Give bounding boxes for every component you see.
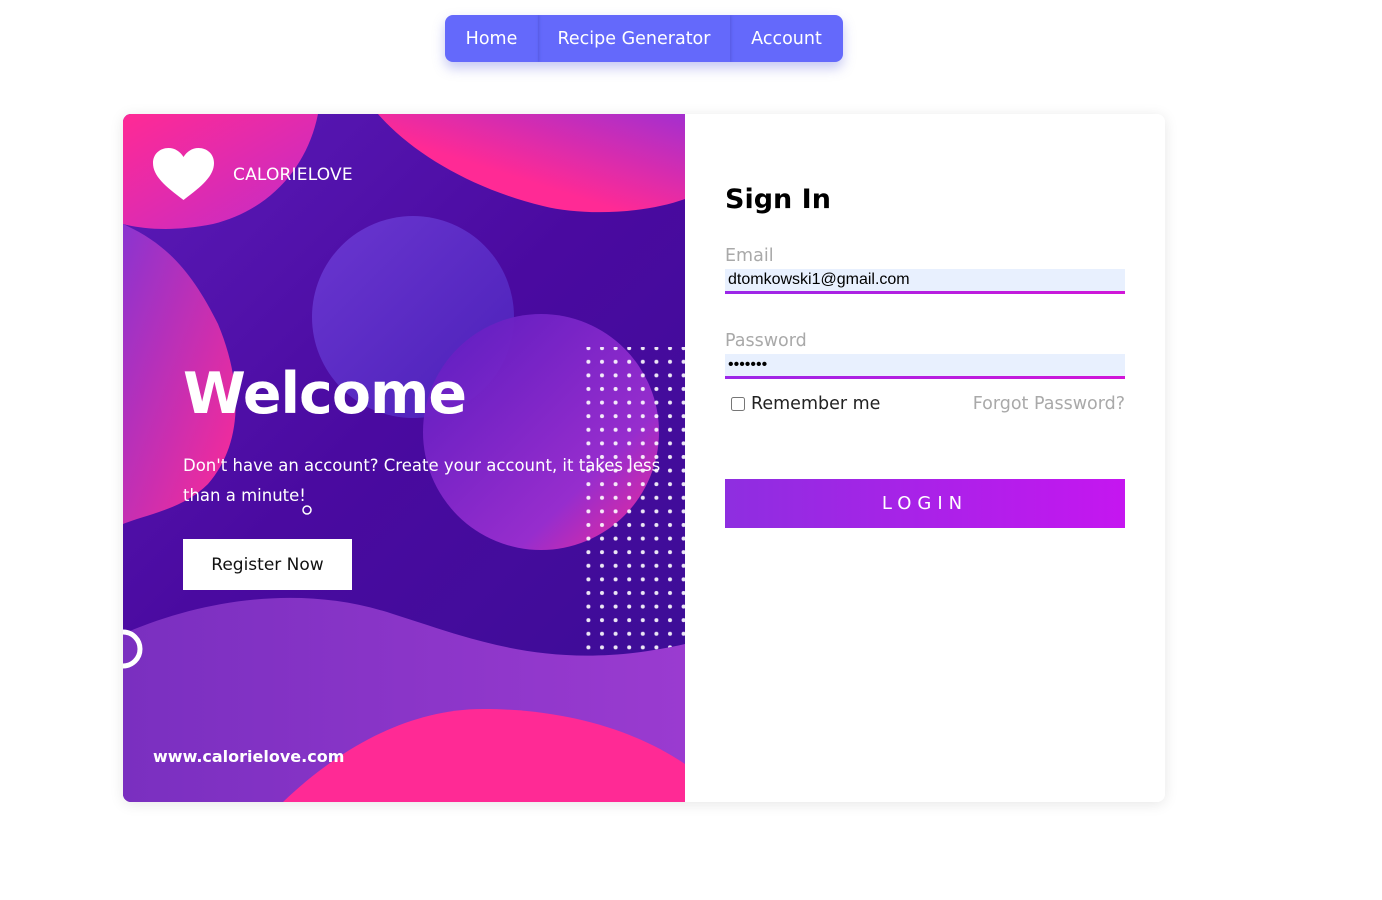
signin-panel: Sign In Email Password Remember me Forgo… <box>685 114 1165 802</box>
brand: CALORIELOVE <box>153 148 353 202</box>
register-now-button[interactable]: Register Now <box>183 539 352 590</box>
login-card: CALORIELOVE Welcome Don't have an accoun… <box>123 114 1165 802</box>
heart-icon <box>153 148 214 200</box>
email-field[interactable] <box>725 269 1125 294</box>
nav-home[interactable]: Home <box>445 15 538 62</box>
signin-title: Sign In <box>725 184 831 215</box>
remember-me-label: Remember me <box>751 394 881 414</box>
nav-account[interactable]: Account <box>730 15 843 62</box>
forgot-password-link[interactable]: Forgot Password? <box>973 394 1125 414</box>
promo-panel: CALORIELOVE Welcome Don't have an accoun… <box>123 114 685 802</box>
site-url[interactable]: www.calorielove.com <box>153 747 344 766</box>
password-field[interactable] <box>725 354 1125 379</box>
email-label: Email <box>725 246 774 266</box>
login-button[interactable]: LOGIN <box>725 479 1125 528</box>
remember-me-checkbox[interactable] <box>731 397 745 411</box>
brand-name: CALORIELOVE <box>233 165 353 185</box>
top-nav: Home Recipe Generator Account <box>445 15 843 62</box>
password-label: Password <box>725 331 807 351</box>
tagline: Don't have an account? Create your accou… <box>183 456 661 505</box>
nav-recipe-generator[interactable]: Recipe Generator <box>538 15 730 62</box>
remember-me: Remember me <box>731 394 880 414</box>
welcome-heading: Welcome <box>183 361 467 427</box>
